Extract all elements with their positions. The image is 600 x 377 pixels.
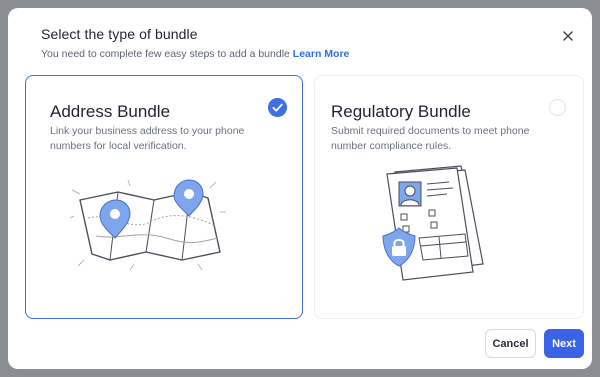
cancel-button[interactable]: Cancel [485,329,536,358]
document-lock-illustration [382,165,484,281]
next-button[interactable]: Next [544,329,584,358]
regulatory-bundle-card[interactable]: Regulatory Bundle Submit required docume… [314,75,584,319]
learn-more-link[interactable]: Learn More [293,48,350,60]
close-icon[interactable] [560,28,576,44]
address-bundle-description: Link your business address to your phone… [50,125,245,152]
map-pins-illustration [70,179,226,271]
regulatory-bundle-description: Submit required documents to meet phone … [331,125,530,152]
radio-button[interactable] [549,99,566,116]
dialog-subtitle: You need to complete few easy steps to a… [41,48,349,60]
subtitle-text: You need to complete few easy steps to a… [41,48,290,60]
bundle-dialog: Select the type of bundle You need to co… [8,8,592,369]
address-bundle-card[interactable]: Address Bundle Link your business addres… [25,75,303,319]
regulatory-bundle-title: Regulatory Bundle [331,102,471,121]
check-icon [268,98,287,117]
address-bundle-title: Address Bundle [50,102,171,121]
dialog-title: Select the type of bundle [41,26,198,42]
